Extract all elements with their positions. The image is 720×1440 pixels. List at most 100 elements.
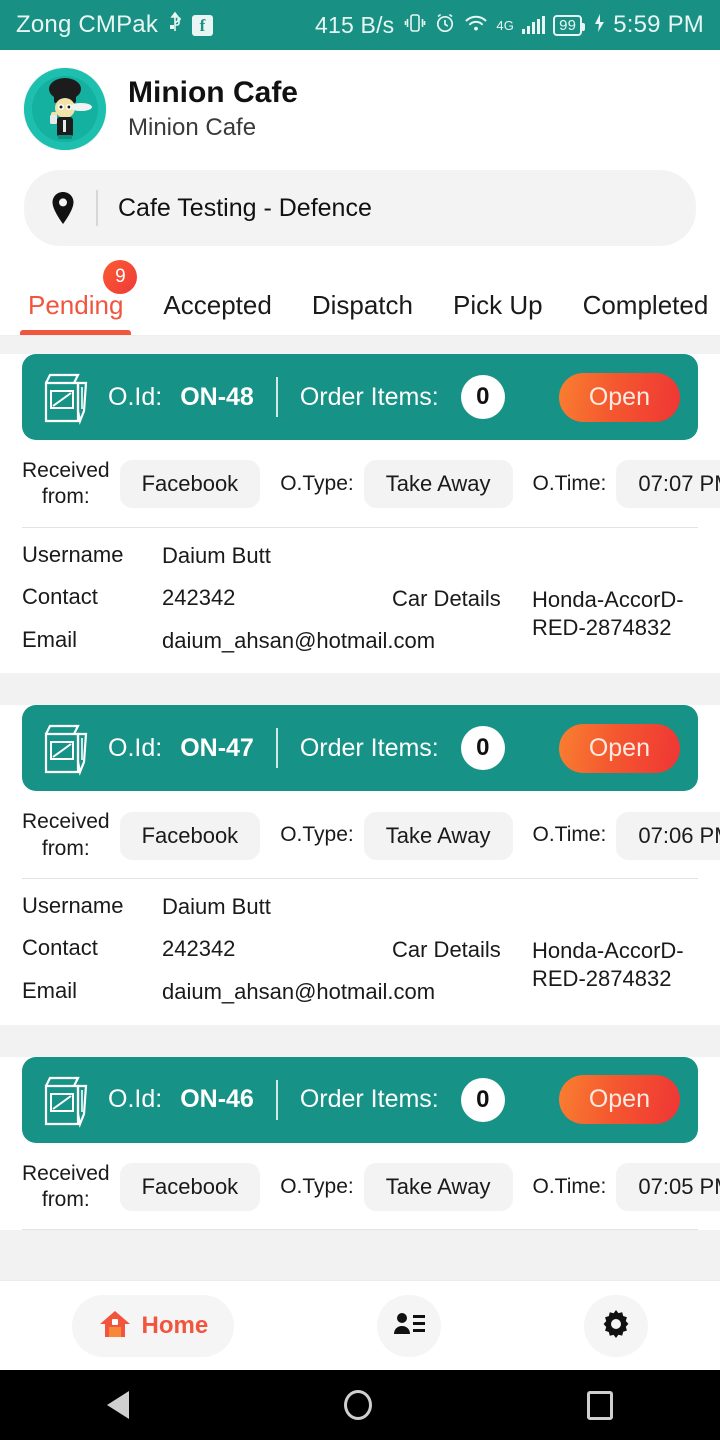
order-card-header: O.Id: ON-46 Order Items: 0 Open [22, 1056, 698, 1143]
received-from-label: Received from: [22, 810, 110, 860]
list-gap [0, 673, 720, 688]
order-id-value: ON-47 [180, 733, 254, 762]
page-subtitle: Minion Cafe [128, 114, 257, 141]
nav-home-label: Home [141, 1311, 209, 1339]
location-divider [96, 190, 98, 226]
order-details: Username Daium Butt Contact 242342 Email… [0, 879, 720, 1025]
wifi-icon [464, 12, 488, 39]
network-type-label: 4G [496, 17, 515, 33]
vibrate-icon [404, 12, 426, 39]
network-speed-label: 415 B/s [314, 11, 395, 38]
order-type-value: Take Away [363, 1162, 513, 1211]
detail-row-contact: Contact 242342 [22, 584, 392, 613]
page-title: Minion Cafe [128, 76, 298, 109]
nav-settings-button[interactable] [584, 1294, 649, 1357]
order-id-value: ON-46 [180, 1085, 254, 1114]
bottom-navigation: Home [0, 1280, 720, 1370]
tab-pending[interactable]: Pending 9 [8, 260, 143, 335]
received-from-value: Facebook [119, 811, 261, 860]
car-details-column: Car Details Honda-AccorD-RED-2874832 [392, 542, 720, 656]
order-list[interactable]: O.Id: ON-48 Order Items: 0 Open Received… [0, 336, 720, 1280]
location-value: Cafe Testing - Defence [118, 193, 372, 222]
order-time-label: O.Time: [532, 1174, 607, 1198]
recents-square-icon[interactable] [586, 1390, 613, 1420]
contact-label: Contact [22, 584, 98, 610]
car-details-column: Car Details Honda-AccorD-RED-2874832 [392, 893, 720, 1007]
header-divider [275, 1079, 278, 1120]
order-items-label: Order Items: [299, 733, 439, 762]
order-type-label: O.Type: [280, 1174, 354, 1198]
order-bag-icon [40, 1072, 92, 1128]
carrier-label: Zong CMPak [16, 11, 159, 38]
order-time-value: 07:05 PM [616, 1162, 720, 1211]
signal-bars-icon [522, 16, 546, 34]
order-card[interactable]: O.Id: ON-46 Order Items: 0 Open Received… [0, 1056, 720, 1231]
battery-icon: 99 [553, 14, 586, 36]
car-details-label: Car Details [392, 585, 501, 611]
tab-accepted[interactable]: Accepted [143, 290, 291, 335]
back-triangle-icon[interactable] [107, 1391, 130, 1419]
header-divider [275, 377, 278, 417]
order-card[interactable]: O.Id: ON-47 Order Items: 0 Open Received… [0, 705, 720, 1025]
status-bar-left: Zong CMPak f [16, 11, 214, 40]
android-navigation-bar [0, 1370, 720, 1440]
order-meta-row: Received from: Facebook O.Type: Take Awa… [0, 440, 720, 527]
order-card-header: O.Id: ON-48 Order Items: 0 Open [22, 354, 698, 440]
customer-details-column: Username Daium Butt Contact 242342 Email… [22, 542, 435, 656]
nav-home-button[interactable]: Home [71, 1294, 235, 1357]
location-selector[interactable]: Cafe Testing - Defence [24, 170, 696, 246]
detail-row-email: Email daium_ahsan@hotmail.com [22, 626, 435, 656]
contact-card-icon [392, 1310, 426, 1341]
order-type-label: O.Type: [280, 823, 354, 847]
order-type-value: Take Away [363, 460, 513, 509]
status-bar: Zong CMPak f 415 B/s 4G 99 5:59 PM [0, 0, 720, 50]
email-label: Email [22, 626, 78, 652]
order-items-count: 0 [460, 726, 505, 771]
order-type-label: O.Type: [280, 472, 354, 496]
order-card[interactable]: O.Id: ON-48 Order Items: 0 Open Received… [0, 354, 720, 674]
open-button[interactable]: Open [558, 372, 680, 422]
nav-contacts-button[interactable] [377, 1294, 442, 1357]
home-icon [98, 1308, 132, 1343]
tab-pending-label: Pending [28, 290, 124, 320]
customer-details-column: Username Daium Butt Contact 242342 Email… [22, 893, 435, 1007]
email-label: Email [22, 977, 78, 1003]
order-details: Username Daium Butt Contact 242342 Email… [0, 528, 720, 674]
charging-bolt-icon [593, 12, 605, 39]
contact-value: 242342 [162, 585, 236, 611]
contact-value: 242342 [162, 936, 236, 962]
app-root: Zong CMPak f 415 B/s 4G 99 5:59 PM Minio… [0, 0, 720, 1440]
clock-label: 5:59 PM [613, 11, 704, 38]
status-badge: 9 [103, 260, 138, 294]
detail-row-username: Username Daium Butt [22, 542, 392, 571]
tab-completed[interactable]: Completed [563, 290, 720, 335]
order-time-label: O.Time: [532, 472, 607, 496]
car-details-value: Honda-AccorD-RED-2874832 [532, 937, 684, 992]
order-items-label: Order Items: [299, 382, 439, 411]
order-time-label: O.Time: [532, 823, 607, 847]
location-pin-icon [50, 191, 76, 225]
brand-text: Minion Cafe Minion Cafe [128, 76, 298, 142]
order-status-tabs: Pending 9 Accepted Dispatch Pick Up Comp… [0, 260, 720, 336]
home-circle-icon[interactable] [343, 1390, 372, 1420]
status-bar-right: 415 B/s 4G 99 5:59 PM [315, 11, 704, 39]
open-button[interactable]: Open [558, 723, 680, 773]
received-from-value: Facebook [119, 460, 261, 509]
brand-row: Minion Cafe Minion Cafe [24, 68, 696, 150]
username-label: Username [22, 541, 124, 567]
open-button[interactable]: Open [558, 1075, 680, 1125]
tab-pickup[interactable]: Pick Up [433, 290, 563, 335]
order-id-label: O.Id: [108, 382, 163, 411]
order-time-value: 07:06 PM [616, 811, 720, 860]
order-meta-row: Received from: Facebook O.Type: Take Awa… [0, 791, 720, 878]
battery-level-label: 99 [559, 16, 577, 34]
order-id-label: O.Id: [108, 733, 163, 762]
detail-row-car: Car Details Honda-AccorD-RED-2874832 [392, 937, 720, 994]
cafe-chef-avatar[interactable] [24, 68, 106, 150]
order-card-header: O.Id: ON-47 Order Items: 0 Open [22, 705, 698, 792]
list-gap [0, 1024, 720, 1039]
order-id-label: O.Id: [108, 1085, 163, 1114]
tab-dispatch[interactable]: Dispatch [292, 290, 433, 335]
tab-accepted-label: Accepted [163, 290, 272, 320]
order-id-value: ON-48 [180, 382, 254, 411]
